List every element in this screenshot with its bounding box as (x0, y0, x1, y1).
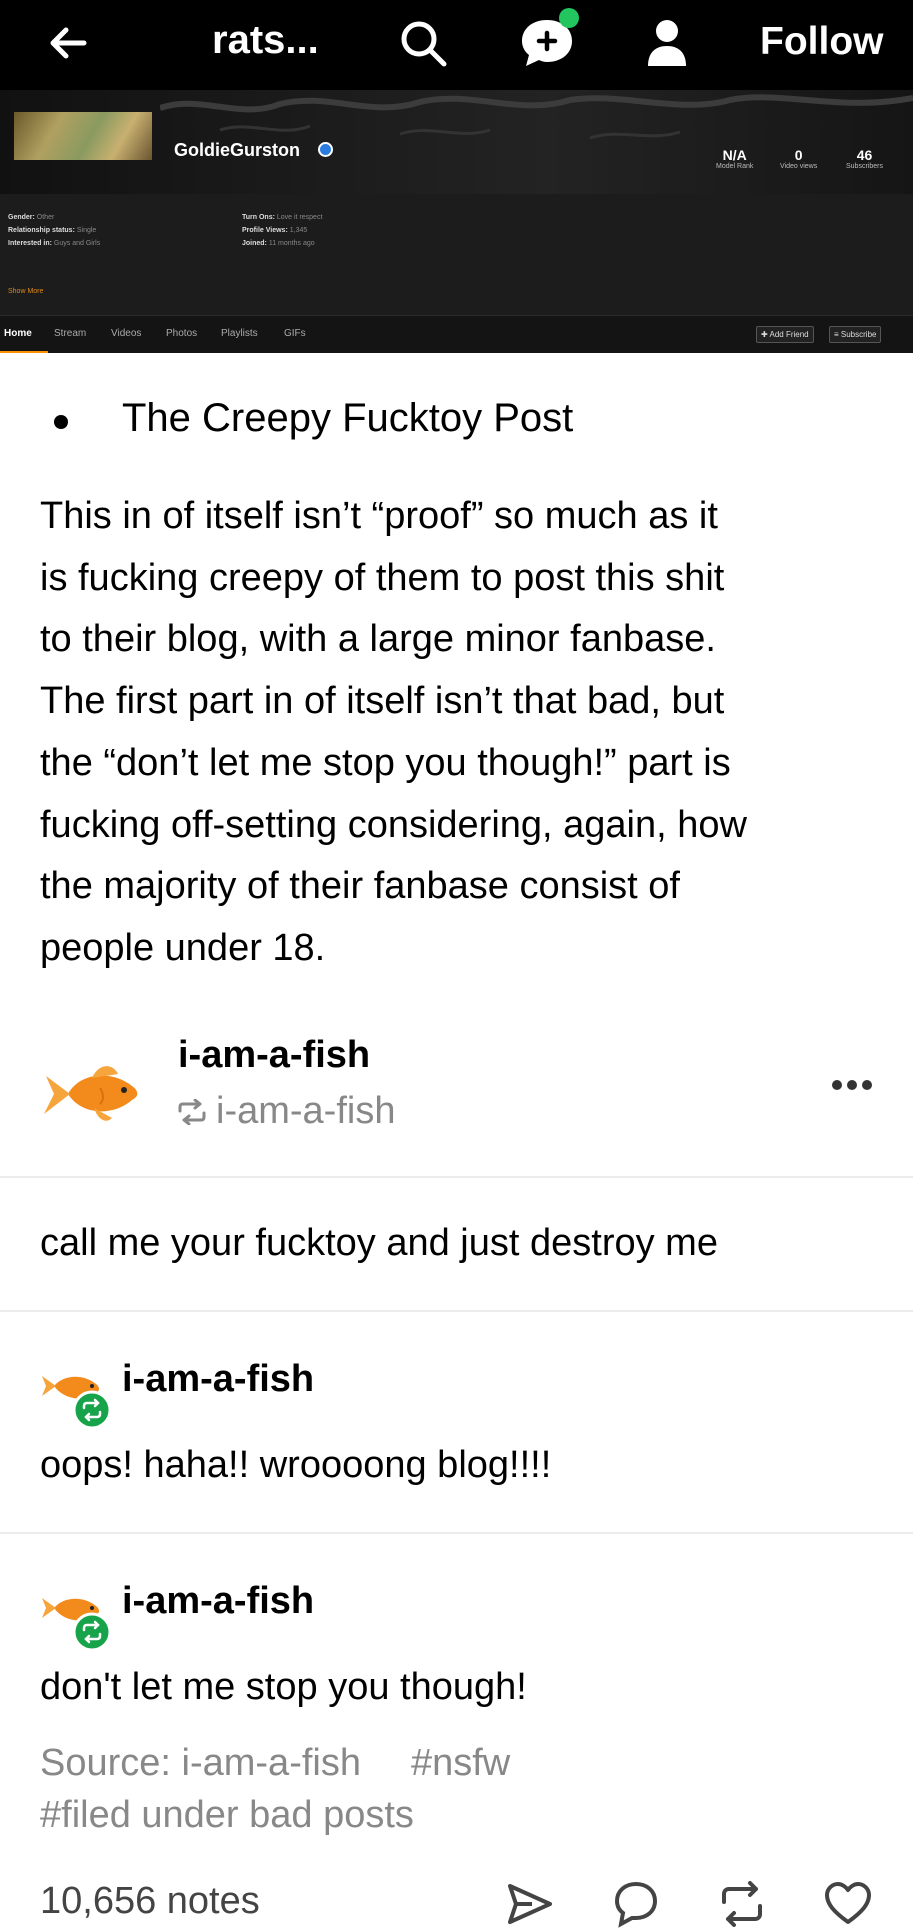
top-app-bar: rats... Follow (0, 0, 913, 90)
tag[interactable]: #filed under bad posts (40, 1794, 414, 1837)
info-relationship: Relationship status: Single (8, 227, 97, 234)
divider (0, 1176, 913, 1178)
paragraph-line: is fucking creepy of them to post this s… (40, 556, 725, 599)
source-line: Source: i-am-a-fish #nsfw (40, 1742, 560, 1785)
divider (0, 1310, 913, 1312)
blog-title[interactable]: rats... (212, 18, 319, 63)
source-link[interactable]: Source: i-am-a-fish (40, 1742, 361, 1784)
add-friend-button: ✚ Add Friend (756, 326, 814, 343)
goldfish-reblog-avatar[interactable] (40, 1586, 120, 1656)
paragraph-line: This in of itself isn’t “proof” so much … (40, 495, 718, 537)
paragraph-line: the “don’t let me stop you though!” part… (40, 741, 731, 784)
tab-photos: Photos (166, 328, 198, 339)
account-icon[interactable] (645, 18, 689, 68)
show-more-link: Show More (8, 288, 44, 295)
back-arrow-icon[interactable] (44, 18, 94, 68)
reblogged-from[interactable]: i-am-a-fish (176, 1090, 395, 1133)
profile-avatar (14, 112, 152, 160)
tag[interactable]: #nsfw (411, 1742, 510, 1784)
info-joined: Joined: 11 months ago (242, 240, 315, 247)
profile-name: GoldieGurston (174, 140, 300, 160)
post-text: call me your fucktoy and just destroy me (40, 1222, 718, 1264)
stat-model-rank: N/A Model Rank (716, 148, 753, 171)
tab-home: Home (4, 328, 32, 339)
info-turn-ons: Turn Ons: Love it respect (242, 214, 323, 221)
verified-icon (318, 142, 333, 157)
reblog-username[interactable]: i-am-a-fish (178, 1034, 370, 1077)
reply-username[interactable]: i-am-a-fish (122, 1580, 314, 1623)
stat-value: 46 (856, 147, 873, 163)
stat-label: Model Rank (716, 163, 754, 170)
goldfish-avatar[interactable] (40, 1038, 152, 1150)
active-tab-indicator (0, 351, 48, 353)
tab-playlists: Playlists (221, 328, 258, 339)
paragraph-line: to their blog, with a large minor fanbas… (40, 618, 716, 661)
tab-stream: Stream (54, 328, 87, 339)
profile-info (0, 194, 913, 314)
info-interested: Interested in: Guys and Girls (8, 240, 101, 247)
post-paragraph: This in of itself isn’t “proof” so much … (40, 486, 890, 980)
subscribe-label: Subscribe (840, 330, 877, 339)
reply-text: oops! haha!! wroooong blog!!!! (40, 1444, 552, 1486)
subscribe-button: ≡ Subscribe (829, 326, 882, 343)
reply-icon[interactable] (612, 1880, 660, 1928)
stat-label: Video views (780, 163, 818, 170)
paragraph-line: The first part in of itself isn’t that b… (40, 680, 725, 723)
tab-videos: Videos (111, 328, 142, 339)
paragraph-line: fucking off-setting considering, again, … (40, 803, 747, 846)
stat-subscribers: 46 Subscribers (846, 148, 883, 171)
search-icon[interactable] (398, 18, 450, 70)
follow-button[interactable]: Follow (760, 20, 883, 64)
list-bullet (54, 415, 68, 429)
info-profile-views: Profile Views: 1,345 (242, 227, 308, 234)
goldfish-reblog-avatar[interactable] (40, 1364, 120, 1434)
more-options-icon[interactable] (830, 1070, 874, 1100)
reblog-icon[interactable] (718, 1880, 766, 1928)
stat-video-views: 0 Video views (780, 148, 817, 171)
profile-tabs: Home Stream Videos Photos Playlists GIFs… (0, 315, 913, 353)
stat-label: Subscribers (846, 163, 883, 170)
info-gender: Gender: Other (8, 214, 55, 221)
reblog-small-icon (178, 1099, 206, 1125)
new-message-icon[interactable] (515, 6, 585, 72)
notes-count[interactable]: 10,656 notes (40, 1880, 260, 1923)
stat-value: N/A (722, 147, 747, 163)
divider (0, 1532, 913, 1534)
like-icon[interactable] (824, 1880, 872, 1928)
reply-text: don't let me stop you though! (40, 1666, 527, 1708)
reblogged-from-name: i-am-a-fish (216, 1090, 396, 1132)
profile-screenshot: GoldieGurston N/A Model Rank 0 Video vie… (0, 90, 913, 353)
paragraph-line: the majority of their fanbase consist of (40, 865, 680, 908)
reply-username[interactable]: i-am-a-fish (122, 1358, 314, 1401)
paragraph-line: people under 18. (40, 926, 326, 969)
stat-value: 0 (794, 147, 803, 163)
share-icon[interactable] (506, 1880, 554, 1928)
tab-gifs: GIFs (284, 328, 306, 339)
add-friend-label: Add Friend (769, 330, 809, 339)
post-heading: The Creepy Fucktoy Post (122, 396, 574, 440)
